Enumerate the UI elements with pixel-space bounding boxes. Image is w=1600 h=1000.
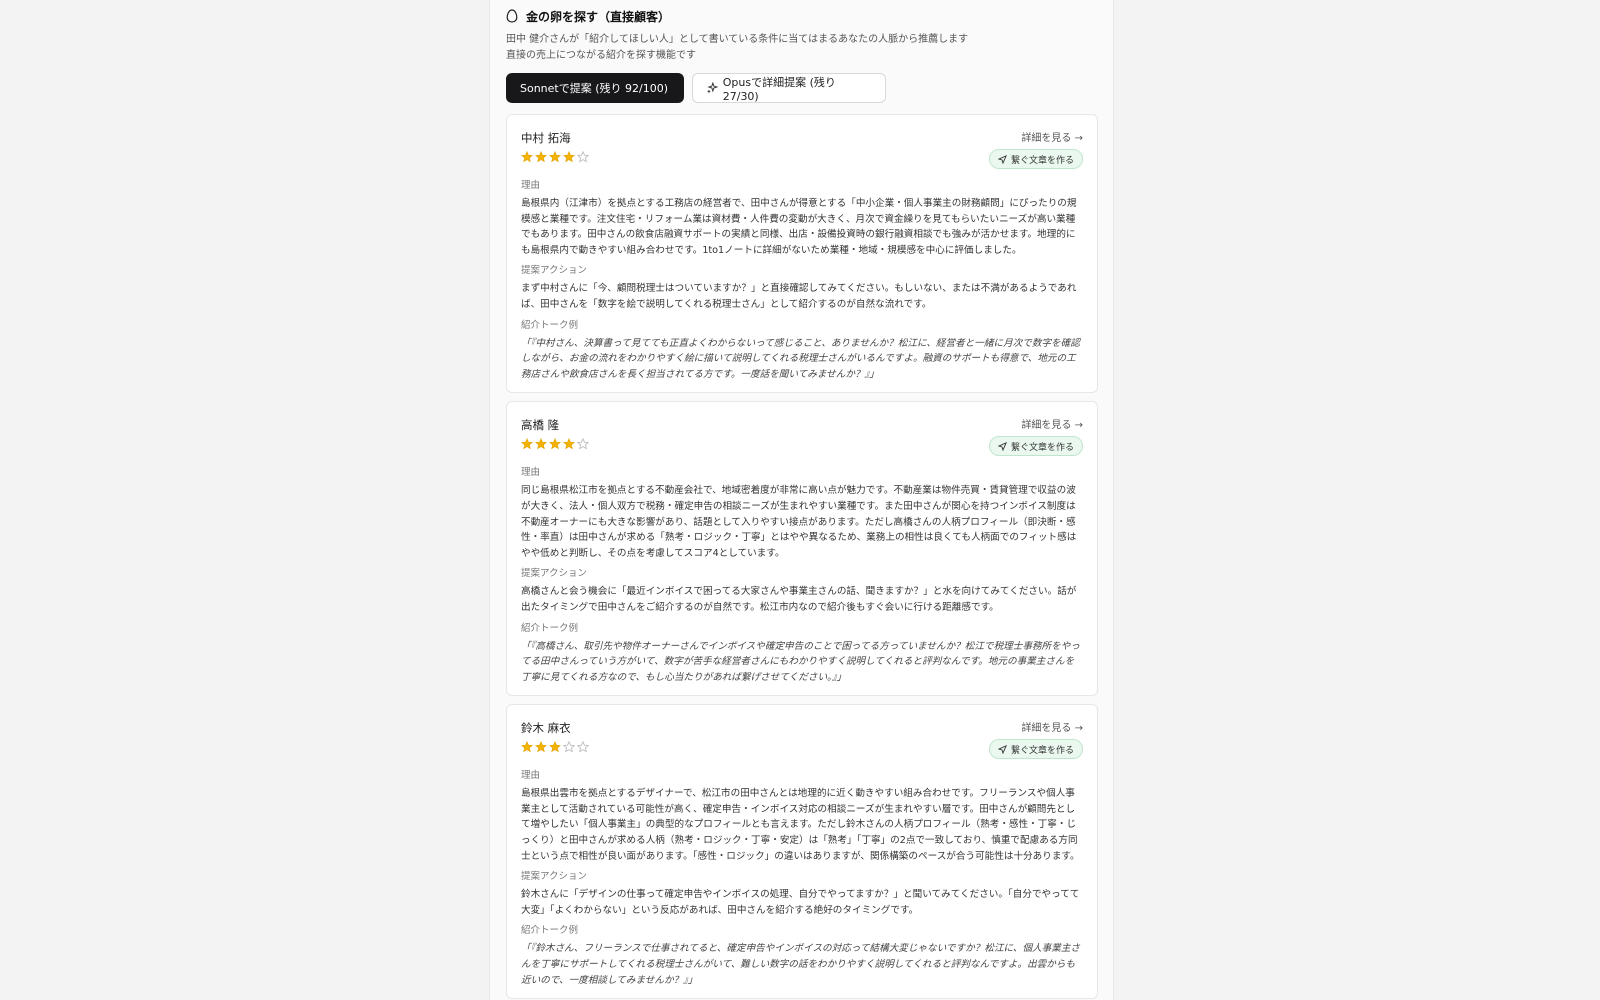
action-text: 鈴木さんに「デザインの仕事って確定申告やインボイスの処理、自分でやってますか？」…	[521, 889, 1080, 916]
recommendation-card: 中村 拓海 詳細を見る → 繋ぐ文章を作る 理由 島根県内（江津市）を拠点とする…	[506, 114, 1098, 394]
panel-content: 金の卵を探す（直接顧客） 田中 健介さんが「紹介してほしい人」として書いている条…	[506, 0, 1098, 1000]
create-intro-message-button[interactable]: 繋ぐ文章を作る	[988, 436, 1083, 457]
opus-detail-suggest-button[interactable]: Opusで詳細提案 (残り 27/30)	[692, 73, 886, 103]
star-rating	[521, 741, 591, 753]
action-text: 高橋さんと会う機会に「最近インボイスで困ってる大家さんや事業主さんの話、聞きます…	[521, 586, 1077, 613]
view-details-link[interactable]: 詳細を見る →	[1021, 129, 1083, 144]
star-icon	[563, 151, 575, 163]
action-label: 提案アクション	[521, 265, 588, 277]
section-header: 金の卵を探す（直接顧客）	[506, 0, 1098, 32]
page-description: 田中 健介さんが「紹介してほしい人」として書いている条件に当てはまるあなたの人脈…	[506, 32, 1098, 64]
action-text: まず中村さんに「今、顧問税理士はついていますか？」と直接確認してみてください。も…	[521, 283, 1077, 310]
create-intro-message-label: 繋ぐ文章を作る	[1010, 745, 1074, 756]
description-line-1: 田中 健介さんが「紹介してほしい人」として書いている条件に当てはまるあなたの人脈…	[506, 34, 969, 45]
create-intro-message-label: 繋ぐ文章を作る	[1010, 155, 1074, 166]
view-details-link[interactable]: 詳細を見る →	[1021, 719, 1083, 734]
reason-text: 同じ島根県松江市を拠点とする不動産会社で、地域密着度が非常に高い点が魅力です。不…	[521, 485, 1077, 559]
star-icon	[563, 438, 575, 450]
action-label: 提案アクション	[521, 568, 588, 580]
contact-name: 高橋 隆	[521, 418, 560, 433]
card-header: 鈴木 麻衣 詳細を見る → 繋ぐ文章を作る	[521, 717, 1083, 763]
sonnet-suggest-button[interactable]: Sonnetで提案 (残り 92/100)	[506, 73, 684, 103]
description-line-2: 直接の売上につながる紹介を探す機能です	[506, 50, 696, 61]
star-icon	[521, 151, 533, 163]
referral-panel: 金の卵を探す（直接顧客） 田中 健介さんが「紹介してほしい人」として書いている条…	[489, 0, 1114, 1000]
talk-example-text: 「『鈴木さん、フリーランスで仕事されてると、確定申告やインボイスの対応って結構大…	[521, 943, 1081, 986]
talk-example-text: 「『高橋さん、取引先や物件オーナーさんでインボイスや確定申告のことで困ってる方っ…	[521, 640, 1080, 683]
action-buttons: Sonnetで提案 (残り 92/100) Opusで詳細提案 (残り 27/3…	[506, 73, 1098, 103]
star-icon	[521, 741, 533, 753]
reason-label: 理由	[521, 467, 541, 479]
contact-name: 鈴木 麻衣	[521, 721, 571, 736]
sonnet-suggest-label: Sonnetで提案 (残り 92/100)	[520, 82, 669, 95]
sparkle-icon	[706, 82, 718, 94]
star-icon	[535, 741, 547, 753]
star-rating	[521, 151, 591, 163]
send-icon	[997, 154, 1007, 164]
star-icon	[577, 741, 589, 753]
create-intro-message-button[interactable]: 繋ぐ文章を作る	[988, 739, 1083, 760]
recommendation-card: 高橋 隆 詳細を見る → 繋ぐ文章を作る 理由 同じ島根県松江市を拠点とする不動…	[506, 401, 1098, 697]
talk-example-label: 紹介トーク例	[521, 319, 579, 331]
create-intro-message-label: 繋ぐ文章を作る	[1010, 442, 1074, 453]
star-rating	[521, 438, 591, 450]
card-header: 高橋 隆 詳細を見る → 繋ぐ文章を作る	[521, 414, 1083, 460]
star-icon	[535, 438, 547, 450]
opus-detail-suggest-label: Opusで詳細提案 (残り 27/30)	[722, 75, 836, 103]
star-icon	[549, 438, 561, 450]
view-details-link[interactable]: 詳細を見る →	[1021, 416, 1083, 431]
contact-name: 中村 拓海	[521, 131, 571, 145]
send-icon	[997, 441, 1007, 451]
reason-label: 理由	[521, 770, 541, 782]
card-header: 中村 拓海 詳細を見る → 繋ぐ文章を作る	[521, 127, 1083, 173]
egg-icon	[506, 9, 518, 23]
talk-example-text: 「『中村さん、決算書って見てても正直よくわからないって感じること、ありませんか？…	[521, 337, 1080, 380]
star-icon	[563, 741, 575, 753]
star-icon	[549, 151, 561, 163]
star-icon	[577, 151, 589, 163]
create-intro-message-button[interactable]: 繋ぐ文章を作る	[988, 149, 1083, 169]
reason-text: 島根県出雲市を拠点とするデザイナーで、松江市の田中さんとは地理的に近く動きやすい…	[521, 788, 1080, 862]
talk-example-label: 紹介トーク例	[521, 622, 579, 634]
star-icon	[535, 151, 547, 163]
reason-text: 島根県内（江津市）を拠点とする工務店の経営者で、田中さんが得意とする「中小企業・…	[521, 198, 1077, 256]
star-icon	[549, 741, 561, 753]
star-icon	[577, 438, 589, 450]
page-title: 金の卵を探す（直接顧客）	[526, 9, 671, 24]
recommendation-card: 鈴木 麻衣 詳細を見る → 繋ぐ文章を作る 理由 島根県出雲市を拠点とするデザイ…	[506, 704, 1098, 1000]
send-icon	[997, 744, 1007, 754]
action-label: 提案アクション	[521, 871, 588, 883]
star-icon	[521, 438, 533, 450]
reason-label: 理由	[521, 180, 541, 191]
talk-example-label: 紹介トーク例	[521, 925, 579, 937]
